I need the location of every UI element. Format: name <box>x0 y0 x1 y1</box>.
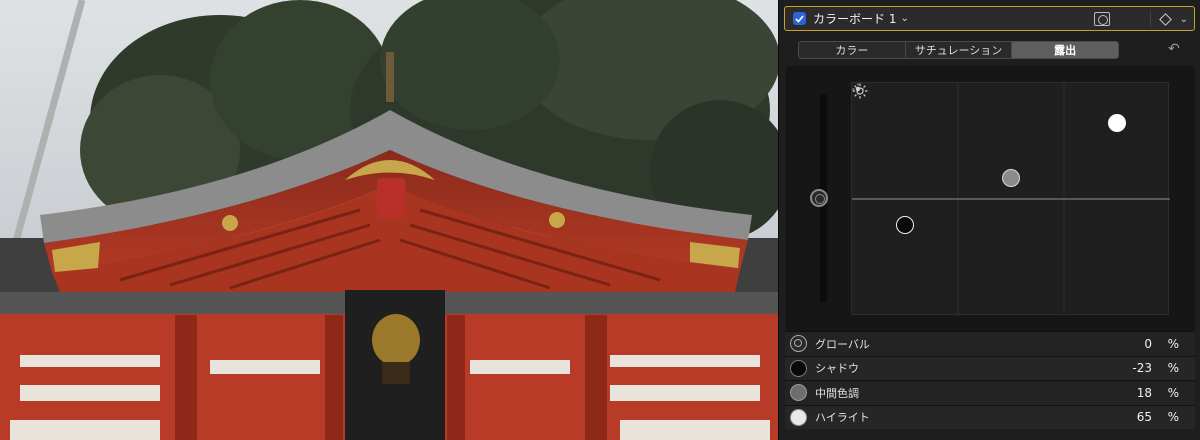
midtones-puck[interactable] <box>1002 169 1020 187</box>
row-label: シャドウ <box>815 362 859 376</box>
highlights-puck[interactable] <box>1108 114 1126 132</box>
highlights-puck-icon <box>790 408 807 426</box>
row-global: グローバル 0 % <box>785 331 1195 356</box>
highlights-value-field[interactable]: 65 <box>1137 410 1152 424</box>
effect-name[interactable]: カラーボード 1 <box>813 10 896 27</box>
shrine-roof-photo <box>0 0 778 440</box>
global-value-field[interactable]: 0 <box>1144 337 1152 351</box>
reset-icon[interactable]: ↶ <box>1168 41 1180 57</box>
effect-menu-chevron-icon[interactable]: ⌄ <box>900 13 908 24</box>
effect-enable-checkbox[interactable] <box>793 12 806 25</box>
shadows-value-field[interactable]: -23 <box>1132 361 1152 375</box>
shadows-puck[interactable] <box>896 216 914 234</box>
global-puck[interactable] <box>810 189 828 207</box>
global-puck-icon <box>790 335 807 353</box>
row-highlights: ハイライト 65 % <box>785 404 1195 429</box>
exposure-grid[interactable] <box>851 82 1170 316</box>
midtones-value-field[interactable]: 18 <box>1137 386 1152 400</box>
color-inspector: カラーボード 1 ⌄ ⌄ カラー サチュレーション 露出 ↶ グローバル 0 %… <box>778 0 1200 440</box>
chevron-down-icon[interactable]: ⌄ <box>1180 14 1188 25</box>
header-divider <box>1149 11 1151 27</box>
colorboard-tabs: カラー サチュレーション 露出 <box>798 41 1119 59</box>
checkmark-icon <box>795 14 804 23</box>
shadows-puck-icon <box>790 359 807 377</box>
row-label: ハイライト <box>815 411 870 425</box>
row-midtones: 中間色調 18 % <box>785 380 1195 405</box>
row-label: 中間色調 <box>815 386 859 400</box>
tab-color[interactable]: カラー <box>799 42 906 58</box>
sun-dim-icon <box>852 83 864 95</box>
midtones-puck-icon <box>790 384 807 402</box>
row-label: グローバル <box>815 337 870 351</box>
tab-saturation[interactable]: サチュレーション <box>906 42 1013 58</box>
percent-unit: % <box>1167 410 1179 425</box>
color-board <box>786 66 1195 331</box>
percent-unit: % <box>1167 385 1179 400</box>
mask-icon[interactable] <box>1093 12 1110 26</box>
tab-exposure[interactable]: 露出 <box>1012 42 1118 58</box>
keyframe-diamond-icon[interactable] <box>1158 12 1172 26</box>
percent-unit: % <box>1167 361 1179 376</box>
effect-header[interactable]: カラーボード 1 ⌄ ⌄ <box>784 6 1195 31</box>
exposure-values-list: グローバル 0 % シャドウ -23 % 中間色調 18 % ハイライト 65 … <box>785 331 1195 429</box>
row-shadows: シャドウ -23 % <box>785 355 1195 380</box>
viewer-image <box>0 0 778 440</box>
percent-unit: % <box>1167 336 1179 351</box>
